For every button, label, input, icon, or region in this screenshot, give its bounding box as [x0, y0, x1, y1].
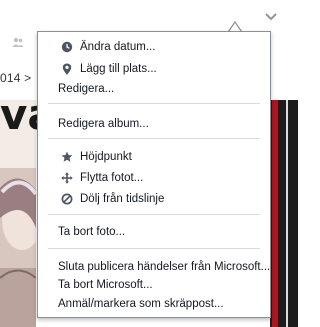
menu-item-highlight[interactable]: Höjdpunkt [38, 147, 270, 167]
menu-item-remove-app[interactable]: Ta bort Microsoft... [38, 275, 270, 295]
photo-options-menu: Ändra datum... Lägg till plats... Redige… [37, 31, 271, 318]
menu-separator [48, 103, 260, 104]
menu-item-label: Ta bort Microsoft... [58, 279, 153, 291]
people-icon [12, 37, 24, 47]
menu-item-edit-album[interactable]: Redigera album... [38, 114, 270, 134]
chevron-down-icon[interactable] [264, 10, 278, 24]
menu-item-label: Lägg till plats... [80, 63, 157, 75]
menu-separator [48, 138, 260, 139]
menu-item-label: Anmäl/markera som skräppost... [58, 298, 224, 310]
menu-item-label: Ta bort foto... [58, 226, 126, 238]
menu-item-delete-photo[interactable]: Ta bort foto... [38, 222, 270, 242]
breadcrumb-date[interactable]: 014 > [0, 71, 31, 85]
menu-item-label: Höjdpunkt [80, 151, 132, 163]
menu-item-label: Dölj från tidslinje [80, 193, 165, 205]
cover-photo [0, 168, 36, 327]
cover-photo-accent [272, 100, 278, 327]
menu-item-label: Sluta publicera händelser från Microsoft… [58, 261, 271, 273]
story-header [0, 0, 298, 32]
block-icon [61, 193, 73, 205]
map-pin-icon [62, 63, 72, 75]
menu-item-report-spam[interactable]: Anmäl/markera som skräppost... [38, 294, 270, 314]
menu-item-label: Redigera... [58, 83, 115, 95]
menu-item-edit[interactable]: Redigera... [38, 79, 270, 99]
menu-separator [48, 214, 260, 215]
menu-separator [48, 248, 260, 249]
menu-item-label: Flytta fotot... [80, 172, 144, 184]
cover-photo-divider [286, 100, 288, 327]
menu-item-add-place[interactable]: Lägg till plats... [38, 59, 270, 79]
menu-item-label: Ändra datum... [80, 41, 156, 53]
star-icon [61, 151, 73, 162]
menu-item-stop-publishing[interactable]: Sluta publicera händelser från Microsoft… [38, 257, 270, 277]
clock-icon [61, 41, 73, 53]
menu-item-change-date[interactable]: Ändra datum... [38, 37, 270, 57]
menu-item-move-photo[interactable]: Flytta fotot... [38, 168, 270, 188]
menu-item-hide-from-timeline[interactable]: Dölj från tidslinje [38, 189, 270, 209]
move-arrows-icon [61, 172, 73, 184]
menu-item-label: Redigera album... [58, 118, 149, 130]
